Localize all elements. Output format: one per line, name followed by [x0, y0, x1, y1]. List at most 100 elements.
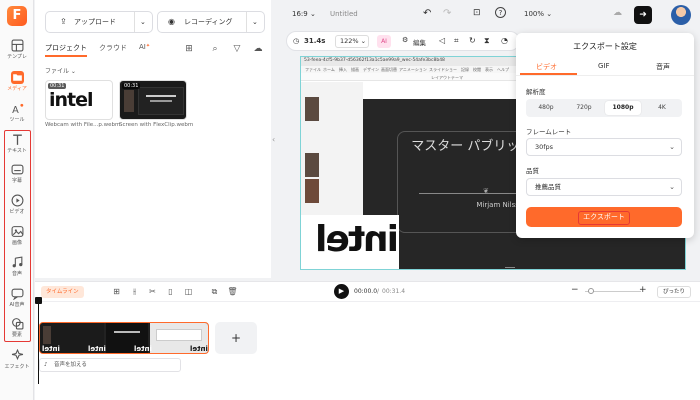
export-confirm-button[interactable]: エクスポート: [526, 207, 682, 227]
record-button[interactable]: ◉ レコーディング ⌄: [157, 11, 265, 33]
resolution-480p[interactable]: 480p: [528, 101, 564, 115]
playhead[interactable]: [35, 297, 42, 384]
template-icon: [11, 39, 23, 52]
search-icon[interactable]: ⌕: [208, 42, 222, 56]
chevron-down-icon[interactable]: ⌄: [140, 12, 146, 32]
export-panel-title: エクスポート設定: [573, 42, 637, 51]
aspect-ratio-select[interactable]: 16:9 ⌄: [292, 10, 316, 18]
screenshot-icon[interactable]: ⊡: [473, 8, 481, 18]
left-sidebar: F テンプレ メディア A ツール テキスト 字幕 ビデオ 画像 音声 AI音声…: [0, 0, 34, 400]
volume-icon[interactable]: ◁: [439, 36, 445, 45]
edit-button[interactable]: 編集: [413, 37, 426, 47]
media-thumbnail-webcam[interactable]: intel 00:31: [45, 80, 113, 120]
adjust-icon: ⚙: [402, 36, 409, 44]
split-icon[interactable]: ⫲: [129, 286, 140, 297]
current-time: 00:00.0: [354, 288, 378, 295]
resolution-selector: 480p 720p 1080p 4K: [526, 99, 682, 117]
tab-video[interactable]: ビデオ: [536, 62, 557, 72]
tab-gif[interactable]: GIF: [598, 62, 610, 70]
media-thumbnail-screen[interactable]: 00:31: [119, 80, 187, 120]
sidebar-item-media[interactable]: メディア: [0, 68, 34, 96]
canvas-toolbar: ◷ 31.4s 122% ⌄ AI ⚙ 編集 ◁ ⌗ ↻ ⧗ ◔: [286, 31, 520, 51]
svg-text:A: A: [12, 105, 19, 115]
delete-icon[interactable]: 🗑: [227, 286, 238, 297]
total-time: 00:31.4: [382, 288, 406, 295]
add-clip-button[interactable]: +: [215, 322, 257, 354]
flip-icon[interactable]: ⧗: [484, 36, 490, 46]
project-title[interactable]: Untitled: [330, 10, 358, 18]
tab-cloud[interactable]: クラウド: [99, 43, 127, 53]
resolution-1080p[interactable]: 1080p: [605, 101, 641, 115]
duplicate-icon[interactable]: ⧉: [209, 286, 220, 297]
zoom-in-icon[interactable]: +: [639, 285, 647, 295]
app-window: F テンプレ メディア A ツール テキスト 字幕 ビデオ 画像 音声 AI音声…: [0, 0, 700, 400]
quality-select[interactable]: 推薦品質 ⌄: [526, 178, 682, 196]
tab-ai[interactable]: AI✦: [139, 43, 150, 51]
app-logo: F: [7, 6, 27, 26]
redo-icon[interactable]: ↷: [443, 8, 451, 19]
scale-select[interactable]: 122% ⌄: [335, 35, 369, 48]
framerate-label: フレームレート: [526, 128, 572, 136]
framerate-select[interactable]: 30fps ⌄: [526, 138, 682, 156]
upload-button[interactable]: ⇪ アップロード ⌄: [45, 11, 153, 33]
media-folder-icon: [10, 71, 24, 84]
add-audio-track[interactable]: ♪ 音声を加える: [39, 358, 181, 372]
quality-label: 品質: [526, 167, 539, 175]
ai-tool-button[interactable]: AI: [377, 35, 391, 48]
timeline-toolbar: タイムライン ⊞ ⫲ ✂ ▯ ◫ ⧉ 🗑 ▶ 00:00.0 / 00:31.4…: [35, 281, 700, 301]
zoom-select[interactable]: 100% ⌄: [524, 10, 552, 18]
timeline-toggle[interactable]: タイムライン: [41, 286, 84, 298]
fit-button[interactable]: ぴったり: [657, 286, 691, 298]
crop-icon[interactable]: ⌗: [454, 36, 459, 46]
speed-icon[interactable]: ◔: [501, 36, 508, 45]
cloud-save-icon[interactable]: ☁: [613, 8, 622, 18]
webcam-overlay[interactable]: intel: [301, 215, 399, 269]
highlight-box: [4, 130, 31, 342]
resolution-label: 解析度: [526, 88, 546, 96]
filter-icon[interactable]: ▽: [230, 42, 244, 56]
chevron-down-icon[interactable]: ⌄: [252, 12, 258, 32]
leaf-ornament-icon: ❦: [483, 187, 489, 195]
avatar[interactable]: [671, 5, 691, 25]
browser-tab-title: 53-feea-4cf5-9b37-d56362f13a1c5ae99a9_we…: [304, 58, 445, 63]
add-icon[interactable]: ⊞: [111, 286, 122, 297]
resolution-4k[interactable]: 4K: [644, 101, 680, 115]
effects-icon: [11, 349, 23, 361]
clip-duration[interactable]: 31.4s: [304, 37, 325, 45]
file-filter-dropdown[interactable]: ファイル ⌄: [45, 66, 76, 75]
tab-audio[interactable]: 音声: [656, 62, 670, 72]
trim-icon[interactable]: ▯: [165, 286, 176, 297]
undo-icon[interactable]: ↶: [423, 8, 431, 19]
upload-icon: ⇪: [60, 17, 67, 26]
tab-project[interactable]: プロジェクト: [45, 43, 87, 57]
rotate-icon[interactable]: ↻: [469, 36, 476, 45]
zoom-out-icon[interactable]: −: [571, 285, 579, 295]
export-settings-panel: エクスポート設定 ビデオ GIF 音声 解析度 480p 720p 1080p …: [516, 33, 694, 238]
export-button[interactable]: ➜: [634, 6, 652, 24]
ai-sparkle-icon: A: [12, 103, 23, 115]
collapse-panel-icon[interactable]: ‹: [272, 135, 280, 147]
sidebar-item-tools[interactable]: A ツール: [0, 99, 34, 127]
music-note-icon: ♪: [44, 362, 48, 368]
record-icon: ◉: [168, 17, 175, 26]
sidebar-item-effects[interactable]: エフェクト: [0, 346, 34, 374]
sidebar-item-label: メディア: [7, 86, 27, 92]
top-bar: 16:9 ⌄ Untitled ↶ ↷ ⊡ ? 100% ⌄ ☁ ➜: [275, 0, 700, 30]
intel-logo: intel: [49, 89, 94, 111]
sidebar-item-label: エフェクト: [4, 364, 30, 370]
cut-icon[interactable]: ✂: [147, 286, 158, 297]
help-icon[interactable]: ?: [495, 7, 506, 18]
zoom-slider-handle[interactable]: [588, 288, 594, 294]
intel-logo: intel: [317, 219, 399, 260]
sidebar-item-label: テンプレ: [7, 54, 27, 60]
sidebar-item-templates[interactable]: テンプレ: [0, 36, 34, 64]
chevron-down-icon: ⌄: [669, 143, 675, 151]
new-folder-icon[interactable]: ⊞: [182, 42, 196, 56]
chevron-down-icon: ⌄: [669, 183, 675, 191]
freeze-icon[interactable]: ◫: [183, 286, 194, 297]
video-clip[interactable]: intel intel intel intel: [39, 322, 209, 354]
resolution-720p[interactable]: 720p: [566, 101, 602, 115]
cloud-icon[interactable]: ☁: [251, 42, 265, 56]
timeline-track: intel intel intel intel + ♪ 音声を加える: [35, 301, 700, 400]
play-button[interactable]: ▶: [334, 284, 349, 299]
